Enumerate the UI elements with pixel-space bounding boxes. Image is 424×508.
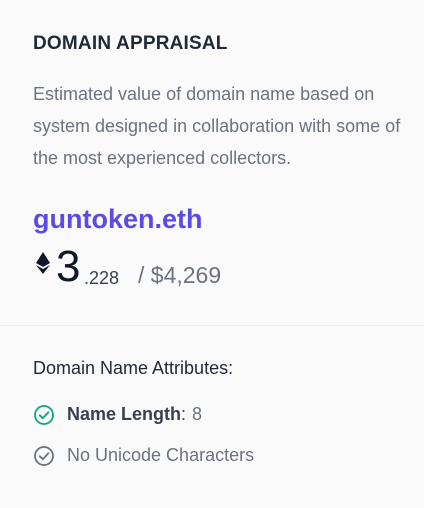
check-circle-icon <box>34 405 54 425</box>
ethereum-icon <box>36 252 50 274</box>
price-usd: / $4,269 <box>138 262 222 288</box>
check-circle-icon <box>34 446 54 466</box>
domain-name: guntoken.eth <box>33 204 203 234</box>
appraisal-section: DOMAIN APPRAISAL Estimated value of doma… <box>0 0 424 326</box>
attribute-value: 8 <box>192 404 203 424</box>
price-eth-decimal: .228 <box>84 268 120 288</box>
domain-appraisal-card: DOMAIN APPRAISAL Estimated value of doma… <box>0 0 424 508</box>
attribute-label: No Unicode Characters <box>67 445 255 465</box>
attribute-label: Name Length <box>67 404 182 424</box>
price-eth-integer: 3 <box>56 242 81 291</box>
appraisal-description: Estimated value of domain name based on … <box>33 84 401 168</box>
attributes-heading: Domain Name Attributes: <box>33 358 234 378</box>
appraisal-title: DOMAIN APPRAISAL <box>33 33 228 54</box>
attribute-separator: : <box>181 404 187 424</box>
